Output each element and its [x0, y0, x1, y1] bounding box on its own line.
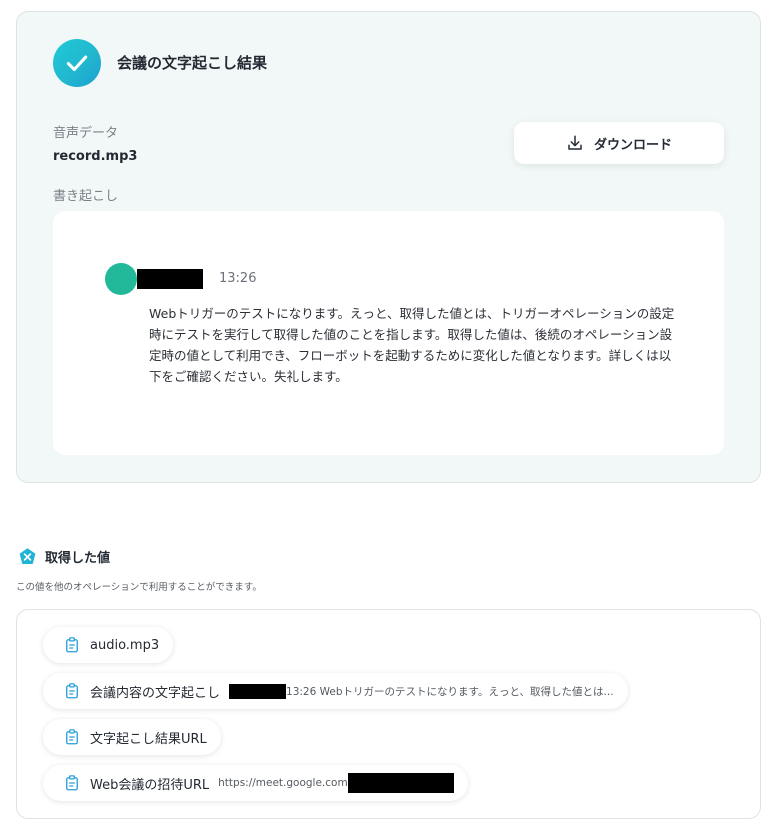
value-item-result-url[interactable]: 文字起こし結果URL	[43, 719, 221, 755]
download-button[interactable]: ダウンロード	[514, 122, 724, 164]
value-item-value: 13:26 Webトリガーのテストになります。えっと、取得した値とは...	[286, 685, 614, 698]
value-item-audio[interactable]: audio.mp3	[43, 627, 174, 663]
value-item-label: audio.mp3	[90, 637, 160, 653]
acquired-values-header: 取得した値	[18, 547, 110, 566]
speaker-avatar	[105, 263, 137, 295]
clipboard-icon	[63, 774, 81, 792]
audio-data-label: 音声データ	[53, 126, 119, 141]
clipboard-icon	[63, 636, 81, 654]
value-item-meeting-url[interactable]: Web会議の招待URL https://meet.google.com	[43, 765, 468, 801]
acquired-values-list: audio.mp3 会議内容の文字起こし 13:26 Webトリガーのテストにな…	[16, 609, 761, 819]
value-item-transcript[interactable]: 会議内容の文字起こし 13:26 Webトリガーのテストになります。えっと、取得…	[43, 673, 628, 709]
value-item-value: https://meet.google.com	[218, 777, 348, 789]
download-icon	[566, 134, 584, 152]
clipboard-icon	[63, 728, 81, 746]
speaker-timestamp: 13:26	[219, 271, 257, 286]
value-item-label: 文字起こし結果URL	[90, 731, 207, 747]
download-button-label: ダウンロード	[593, 137, 672, 153]
transcript-panel: 13:26 Webトリガーのテストになります。えっと、取得した値とは、トリガーオ…	[53, 211, 724, 455]
redacted-speaker-name	[229, 683, 287, 699]
transcript-label: 書き起こし	[53, 189, 119, 204]
clipboard-icon	[63, 682, 81, 700]
value-badge-icon	[18, 547, 37, 566]
section-description: この値を他のオペレーションで利用することができます。	[16, 582, 262, 593]
redacted-speaker-name	[137, 269, 203, 289]
redacted-url-path	[347, 773, 454, 793]
audio-filename: record.mp3	[53, 149, 138, 164]
value-item-label: 会議内容の文字起こし	[90, 685, 221, 701]
card-title: 会議の文字起こし結果	[117, 54, 268, 72]
value-item-label: Web会議の招待URL	[90, 777, 210, 793]
section-title: 取得した値	[45, 551, 111, 566]
transcription-result-card: 会議の文字起こし結果 音声データ record.mp3 ダウンロード 書き起こし…	[16, 11, 761, 483]
check-icon	[53, 39, 101, 87]
transcript-text: Webトリガーのテストになります。えっと、取得した値とは、トリガーオペレーション…	[149, 306, 675, 384]
